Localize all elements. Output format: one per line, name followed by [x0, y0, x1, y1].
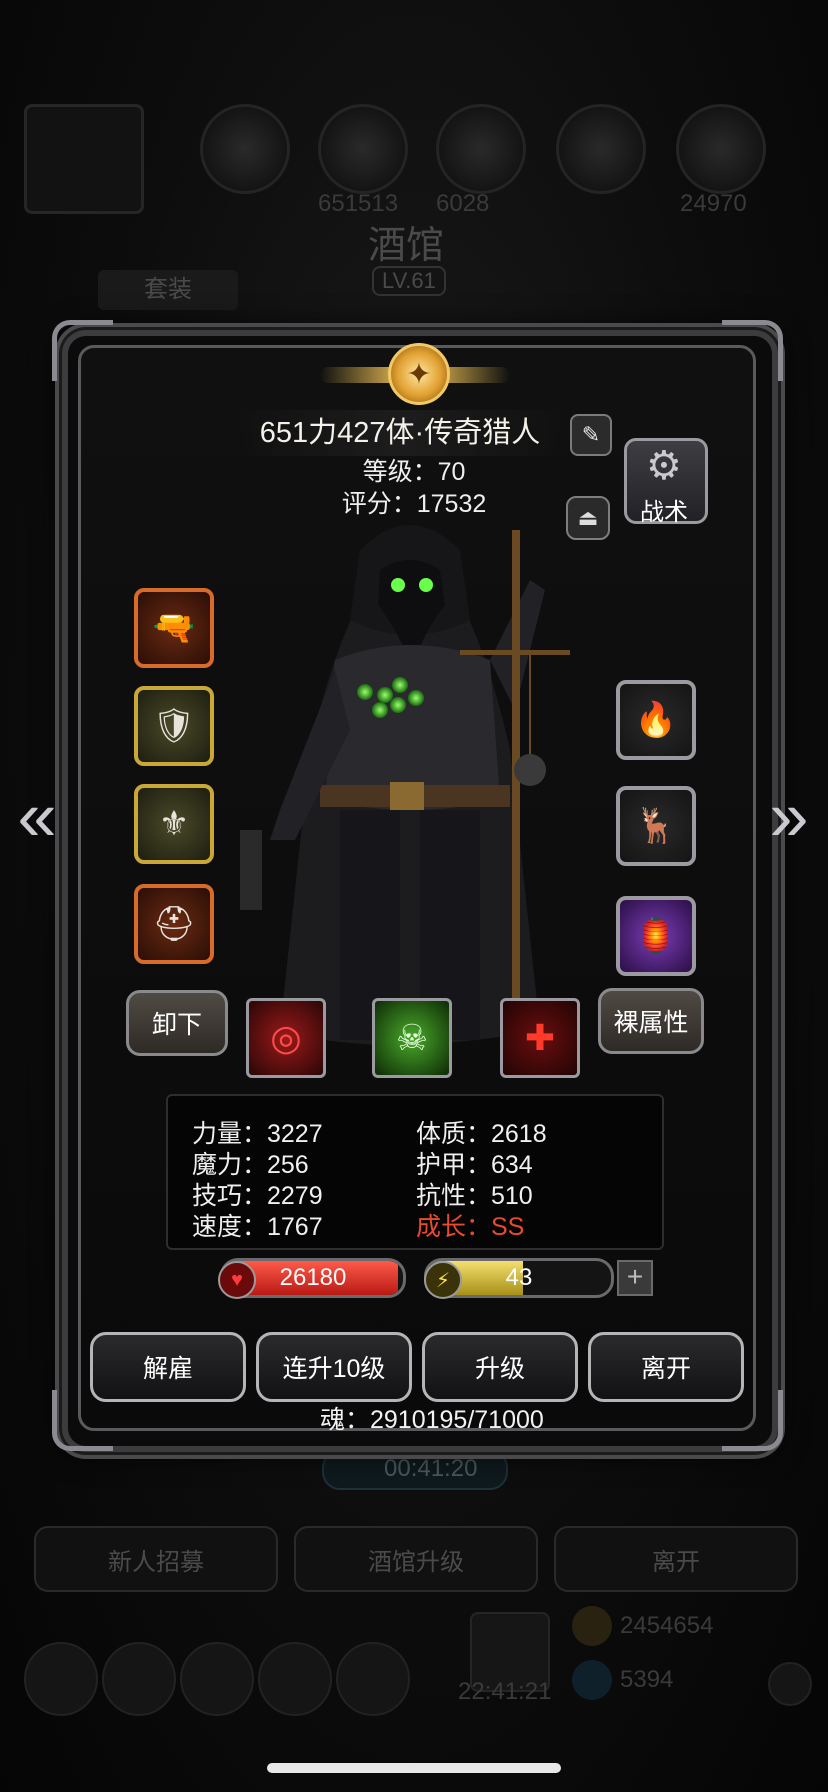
bg-level-badge: LV.61 [372, 266, 446, 296]
bg-portrait [24, 104, 144, 214]
skill-slot-2[interactable]: ☠ [372, 998, 452, 1078]
add-energy-icon[interactable]: + [617, 1260, 653, 1296]
bg-nav-icon [102, 1642, 176, 1716]
bg-recruit-button: 新人招募 [34, 1526, 278, 1592]
equip-slot-relic[interactable]: 🔥 [616, 680, 696, 760]
unequip-button[interactable]: 卸下 [126, 990, 228, 1056]
dismiss-button[interactable]: 解雇 [90, 1332, 246, 1402]
bg-resource-icon [556, 104, 646, 194]
equip-slot-armor[interactable]: 🛡 [134, 686, 214, 766]
leave-button[interactable]: 离开 [588, 1332, 744, 1402]
bg-resource-icon [676, 104, 766, 194]
fire-orb-icon: 🔥 [634, 701, 678, 739]
bg-leave-button: 离开 [554, 1526, 798, 1592]
amulet-icon: ⚜ [158, 805, 190, 843]
hero-name: 651力427体·传奇猎人 [230, 410, 570, 456]
bg-stat-number: 24970 [680, 190, 747, 217]
base-attributes-button[interactable]: 裸属性 [598, 988, 704, 1054]
heart-icon: ♥ [218, 1261, 256, 1299]
bg-timer: 00:41:20 [384, 1455, 478, 1482]
pistol-icon: 🔫 [152, 609, 196, 647]
hero-level: 等级：70 [362, 458, 466, 486]
bg-nav-icon [180, 1642, 254, 1716]
bg-title: 酒馆 [368, 225, 445, 267]
skull-skill-icon: ☠ [395, 1017, 429, 1058]
skill-slot-1[interactable]: ◎ [246, 998, 326, 1078]
bg-nav-icon [258, 1642, 332, 1716]
target-skill-icon: ◎ [270, 1017, 302, 1058]
equip-slot-lantern[interactable]: 🏮 [616, 896, 696, 976]
bg-nav-icon [336, 1642, 410, 1716]
armor-icon: 🛡 [152, 707, 196, 745]
upload-icon[interactable]: ⏏ [566, 496, 610, 540]
bg-tavern-upgrade-button: 酒馆升级 [294, 1526, 538, 1592]
bg-gem-icon [572, 1660, 612, 1700]
frame-ornament [52, 320, 113, 381]
bg-resource-icon [436, 104, 526, 194]
bg-tab: 套装 [98, 270, 238, 310]
bg-clock: 22:41:21 [458, 1678, 552, 1705]
bg-resource-icon [318, 104, 408, 194]
equip-slot-helmet[interactable]: ⛑ [134, 884, 214, 964]
home-indicator[interactable] [267, 1763, 561, 1773]
next-hero-arrow-icon[interactable]: » [764, 776, 814, 856]
bg-resource-icon [200, 104, 290, 194]
hero-score: 评分：17532 [341, 490, 487, 518]
skill-slot-3[interactable]: ✚ [500, 998, 580, 1078]
hero-portrait [240, 525, 570, 1045]
bg-gold-icon [572, 1606, 612, 1646]
bg-gold: 2454654 [620, 1612, 714, 1639]
stat-growth: 成长：SS [416, 1213, 525, 1241]
lightning-icon: ⚡ [424, 1261, 462, 1299]
stat-speed: 速度：1767 [192, 1213, 323, 1241]
rank-emblem-icon: ✦ [388, 343, 450, 405]
helmet-icon: ⛑ [152, 905, 196, 943]
bg-nav-icon [24, 1642, 98, 1716]
antler-icon: 🦌 [634, 807, 678, 845]
gear-icon: ⚙ [646, 444, 682, 488]
bg-add-icon [768, 1662, 812, 1706]
upgrade-10-button[interactable]: 连升10级 [256, 1332, 412, 1402]
soul-cost: 魂：2910195/71000 [320, 1406, 544, 1434]
upgrade-button[interactable]: 升级 [422, 1332, 578, 1402]
equip-slot-trinket[interactable]: 🦌 [616, 786, 696, 866]
cross-skill-icon: ✚ [524, 1017, 556, 1058]
prev-hero-arrow-icon[interactable]: « [12, 776, 62, 856]
lantern-icon: 🏮 [634, 917, 678, 955]
equip-slot-amulet[interactable]: ⚜ [134, 784, 214, 864]
edit-name-icon[interactable]: ✎ [570, 414, 612, 456]
bg-gems: 5394 [620, 1666, 674, 1693]
tactics-label: 战术 [640, 499, 688, 526]
equip-slot-weapon[interactable]: 🔫 [134, 588, 214, 668]
frame-ornament [722, 320, 783, 381]
